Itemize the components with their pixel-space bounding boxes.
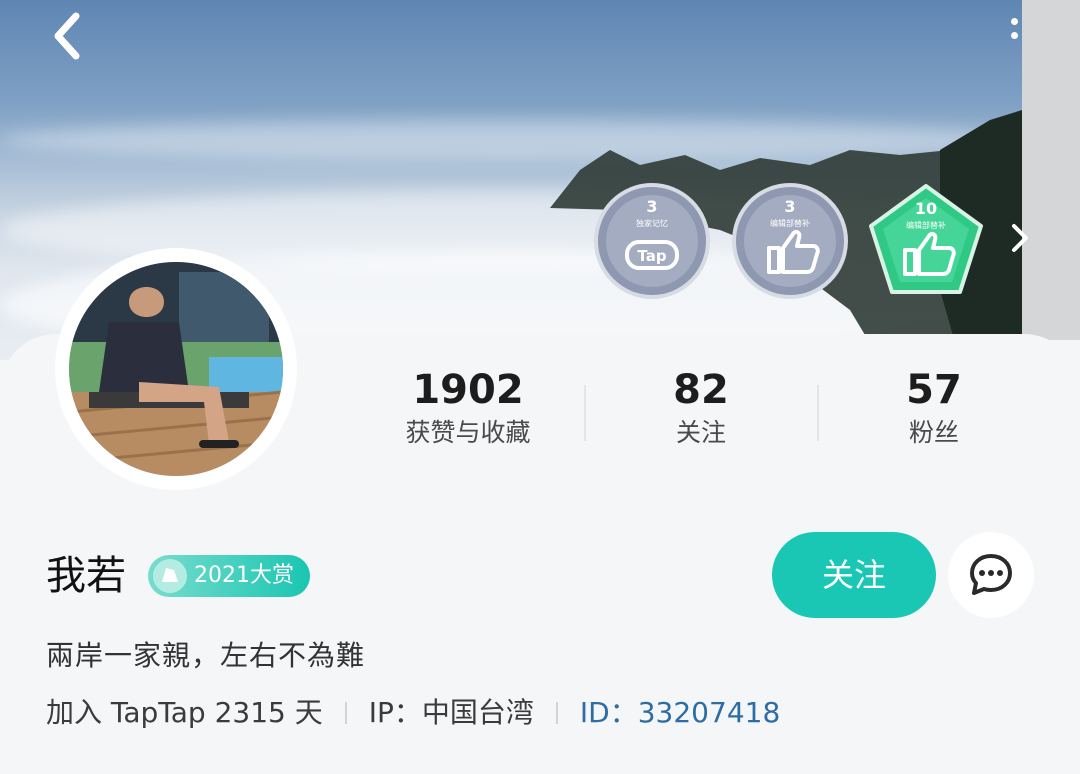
user-meta: 加入 TapTap 2315 天 IP：中国台湾 ID：33207418	[46, 692, 780, 734]
avatar[interactable]	[55, 248, 297, 490]
badge-caption: 独家记忆	[636, 218, 668, 228]
message-button[interactable]	[948, 532, 1034, 618]
follow-button[interactable]: 关注	[772, 532, 936, 618]
badges-more-button[interactable]	[1008, 222, 1032, 254]
divider	[555, 702, 558, 724]
stat-label: 获赞与收藏	[405, 418, 531, 447]
stat-likes-favorites[interactable]: 1902 获赞与收藏	[368, 368, 568, 450]
back-arrow-icon	[54, 12, 80, 60]
stat-value: 1902	[412, 367, 524, 413]
message-bubble-icon	[970, 554, 1012, 595]
ip-location: IP：中国台湾	[368, 696, 534, 729]
badge-exclusive-memory[interactable]: 3 独家记忆 Tap	[593, 182, 711, 300]
stat-followers[interactable]: 57 粉丝	[834, 368, 1034, 450]
badge-mark: Tap	[637, 247, 666, 265]
divider	[584, 385, 586, 441]
badge-caption: 编辑部替补	[906, 220, 946, 230]
user-name: 我若	[46, 553, 126, 599]
stat-label: 关注	[675, 418, 726, 447]
badge-caption: 编辑部替补	[770, 218, 810, 228]
avatar-photo	[69, 262, 283, 476]
divider	[344, 702, 347, 724]
award-tag-label: 2021大赏	[194, 563, 294, 588]
back-button[interactable]	[48, 10, 88, 62]
join-days: 加入 TapTap 2315 天	[46, 696, 323, 729]
side-panel-edge	[1022, 0, 1080, 340]
badge-editor-substitute[interactable]: 3 编辑部替补	[731, 182, 849, 300]
more-options-button[interactable]	[1004, 18, 1024, 52]
badge-count: 3	[784, 197, 795, 216]
stat-following[interactable]: 82 关注	[601, 368, 801, 450]
award-icon	[153, 559, 187, 593]
badge-editor-substitute-gold[interactable]: 10 编辑部替补	[867, 182, 985, 300]
badge-count: 10	[915, 199, 937, 218]
chevron-right-icon	[1012, 224, 1028, 252]
stat-value: 57	[906, 367, 962, 413]
more-dots-icon	[1004, 18, 1024, 39]
user-id[interactable]: ID：33207418	[580, 696, 780, 729]
divider	[817, 385, 819, 441]
badge-count: 3	[646, 197, 657, 216]
stat-value: 82	[673, 367, 729, 413]
stat-label: 粉丝	[908, 418, 959, 447]
user-bio: 兩岸一家親，左右不為難	[46, 639, 366, 672]
award-tag[interactable]: 2021大赏	[148, 555, 310, 597]
